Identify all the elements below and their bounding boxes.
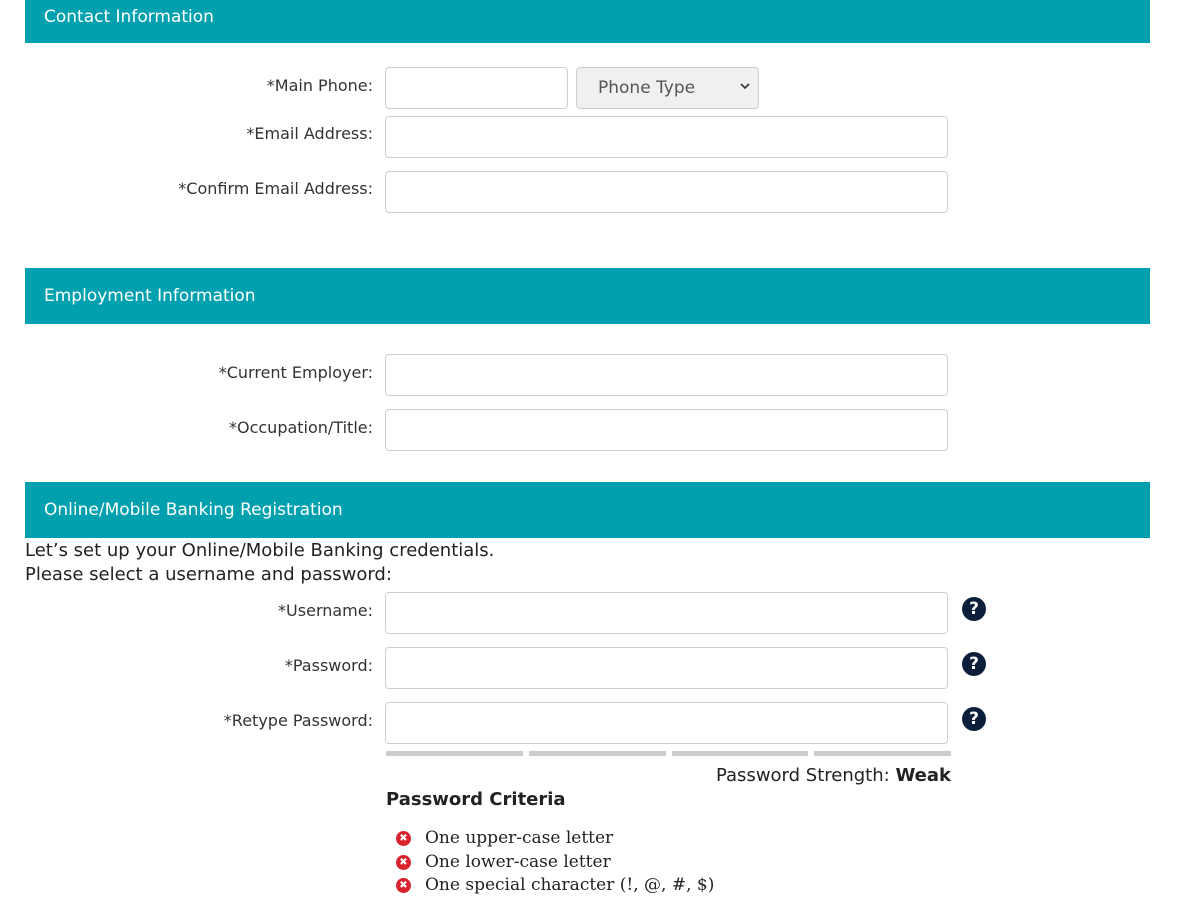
- contact-section-title: Contact Information: [44, 7, 214, 27]
- phone-type-select[interactable]: Phone Type: [576, 67, 759, 109]
- phone-type-selected: Phone Type: [598, 78, 696, 98]
- password-strength-readout: Password Strength: Weak: [716, 765, 951, 786]
- criteria-text: One lower-case letter: [425, 852, 611, 872]
- occupation-input[interactable]: [385, 409, 948, 451]
- criteria-text: One upper-case letter: [425, 828, 614, 848]
- current-employer-label: *Current Employer:: [218, 363, 373, 382]
- strength-segment-1: [386, 751, 523, 756]
- strength-segment-3: [672, 751, 808, 756]
- username-label: *Username:: [278, 601, 373, 620]
- contact-section-header: Contact Information: [25, 0, 1150, 43]
- fail-icon: ✖: [396, 854, 411, 870]
- strength-value: Weak: [895, 765, 951, 786]
- username-input[interactable]: [385, 592, 948, 634]
- employment-section-title: Employment Information: [44, 286, 256, 306]
- criteria-item-special: ✖ One special character (!, @, #, $): [396, 875, 714, 895]
- strength-segment-4: [814, 751, 951, 756]
- confirm-email-input[interactable]: [385, 171, 948, 213]
- strength-label: Password Strength:: [715, 765, 890, 786]
- password-label: *Password:: [284, 656, 373, 675]
- username-help-icon[interactable]: ?: [962, 597, 986, 621]
- main-phone-input[interactable]: [385, 67, 568, 109]
- email-input[interactable]: [385, 116, 948, 158]
- criteria-text: One special character (!, @, #, $): [425, 875, 715, 895]
- strength-segment-2: [529, 751, 666, 756]
- fail-icon: ✖: [396, 877, 411, 893]
- retype-password-help-icon[interactable]: ?: [962, 707, 986, 731]
- email-label: *Email Address:: [246, 124, 373, 143]
- criteria-item-lower: ✖ One lower-case letter: [396, 852, 611, 872]
- retype-password-input[interactable]: [385, 702, 948, 744]
- password-input[interactable]: [385, 647, 948, 689]
- fail-icon: ✖: [396, 830, 411, 846]
- banking-section-title: Online/Mobile Banking Registration: [44, 500, 343, 520]
- current-employer-input[interactable]: [385, 354, 948, 396]
- occupation-label: *Occupation/Title:: [228, 418, 373, 437]
- confirm-email-label: *Confirm Email Address:: [178, 179, 373, 198]
- retype-password-label: *Retype Password:: [223, 711, 373, 730]
- banking-section-header: Online/Mobile Banking Registration: [25, 482, 1150, 538]
- banking-intro-line2: Please select a username and password:: [25, 564, 392, 585]
- password-criteria-title: Password Criteria: [386, 789, 566, 810]
- employment-section-header: Employment Information: [25, 268, 1150, 324]
- banking-intro-line1: Let’s set up your Online/Mobile Banking …: [25, 540, 495, 561]
- criteria-item-upper: ✖ One upper-case letter: [396, 828, 613, 848]
- password-help-icon[interactable]: ?: [962, 652, 986, 676]
- chevron-down-icon: [740, 83, 750, 90]
- main-phone-label: *Main Phone:: [266, 76, 373, 95]
